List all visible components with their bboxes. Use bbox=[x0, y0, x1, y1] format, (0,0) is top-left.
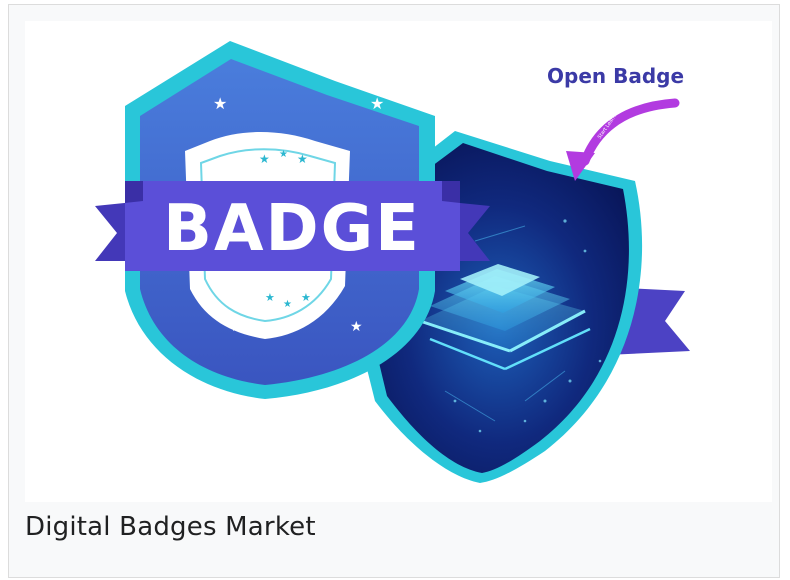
badge-illustration: ★ ★ ★ ★ ★ ★ ★ ★ ★ ★ BADGE Open Badge Sta… bbox=[25, 21, 772, 502]
image-caption: Digital Badges Market bbox=[25, 512, 316, 542]
svg-text:★: ★ bbox=[297, 152, 308, 166]
svg-text:★: ★ bbox=[283, 299, 292, 310]
open-badge-callout: Open Badge Start Learning bbox=[547, 64, 684, 181]
badge-ribbon: BADGE bbox=[95, 181, 490, 271]
svg-text:★: ★ bbox=[265, 291, 275, 304]
svg-text:★: ★ bbox=[230, 319, 243, 335]
svg-text:★: ★ bbox=[301, 291, 311, 304]
svg-text:★: ★ bbox=[213, 94, 227, 113]
svg-text:★: ★ bbox=[370, 94, 384, 113]
svg-text:★: ★ bbox=[259, 152, 270, 166]
image-card: ★ ★ ★ ★ ★ ★ ★ ★ ★ ★ BADGE Open Badge Sta… bbox=[8, 4, 780, 578]
svg-text:★: ★ bbox=[279, 149, 288, 160]
svg-text:★: ★ bbox=[350, 319, 363, 335]
badge-word: BADGE bbox=[163, 192, 421, 266]
open-badge-label: Open Badge bbox=[547, 64, 684, 88]
